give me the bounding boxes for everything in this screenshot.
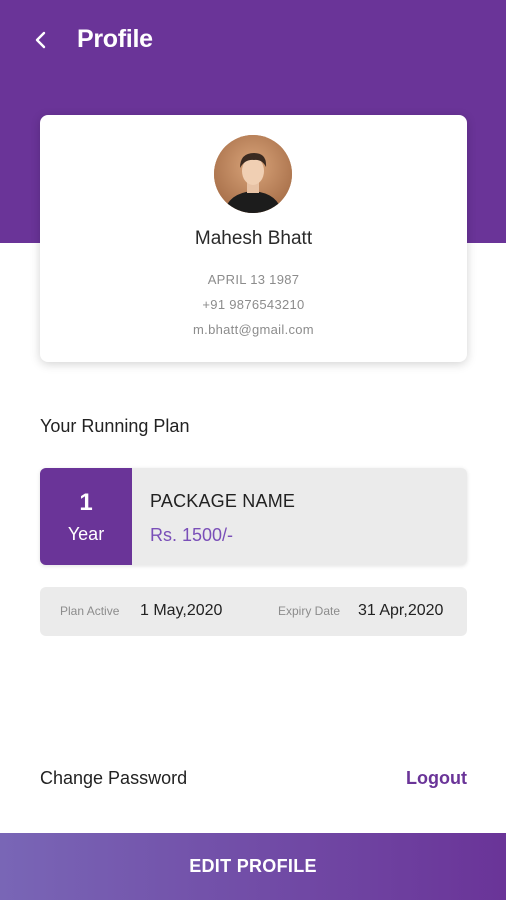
plan-duration-number: 1 xyxy=(79,489,93,516)
email-address: m.bhatt@gmail.com xyxy=(193,322,314,337)
logout-link[interactable]: Logout xyxy=(406,768,467,789)
plan-active-label: Plan Active xyxy=(60,604,120,618)
plan-card: 1 Year PACKAGE NAME Rs. 1500/- xyxy=(40,468,467,565)
date-of-birth: APRIL 13 1987 xyxy=(207,272,300,287)
running-plan-heading: Your Running Plan xyxy=(40,416,190,436)
page-title: Profile xyxy=(77,25,153,53)
plan-duration-unit: Year xyxy=(67,524,105,544)
avatar[interactable] xyxy=(214,135,292,213)
package-price: Rs. 1500/- xyxy=(150,525,234,545)
expiry-date-label: Expiry Date xyxy=(278,604,341,618)
phone-number: +91 9876543210 xyxy=(202,297,305,312)
back-button[interactable] xyxy=(26,24,56,56)
chevron-left-icon xyxy=(35,31,46,49)
package-name: PACKAGE NAME xyxy=(150,491,296,511)
user-name: Mahesh Bhatt xyxy=(194,228,313,249)
plan-dates-bar: Plan Active 1 May,2020 Expiry Date 31 Ap… xyxy=(40,587,467,636)
change-password-link[interactable]: Change Password xyxy=(40,768,187,789)
edit-profile-label: EDIT PROFILE xyxy=(189,856,317,876)
edit-profile-button[interactable]: EDIT PROFILE xyxy=(0,833,506,900)
plan-duration-badge: 1 Year xyxy=(40,468,132,565)
plan-active-date: 1 May,2020 xyxy=(140,602,223,619)
top-bar: Profile xyxy=(0,0,506,80)
profile-card: Mahesh Bhatt APRIL 13 1987 +91 987654321… xyxy=(40,115,467,362)
expiry-date: 31 Apr,2020 xyxy=(358,602,444,619)
